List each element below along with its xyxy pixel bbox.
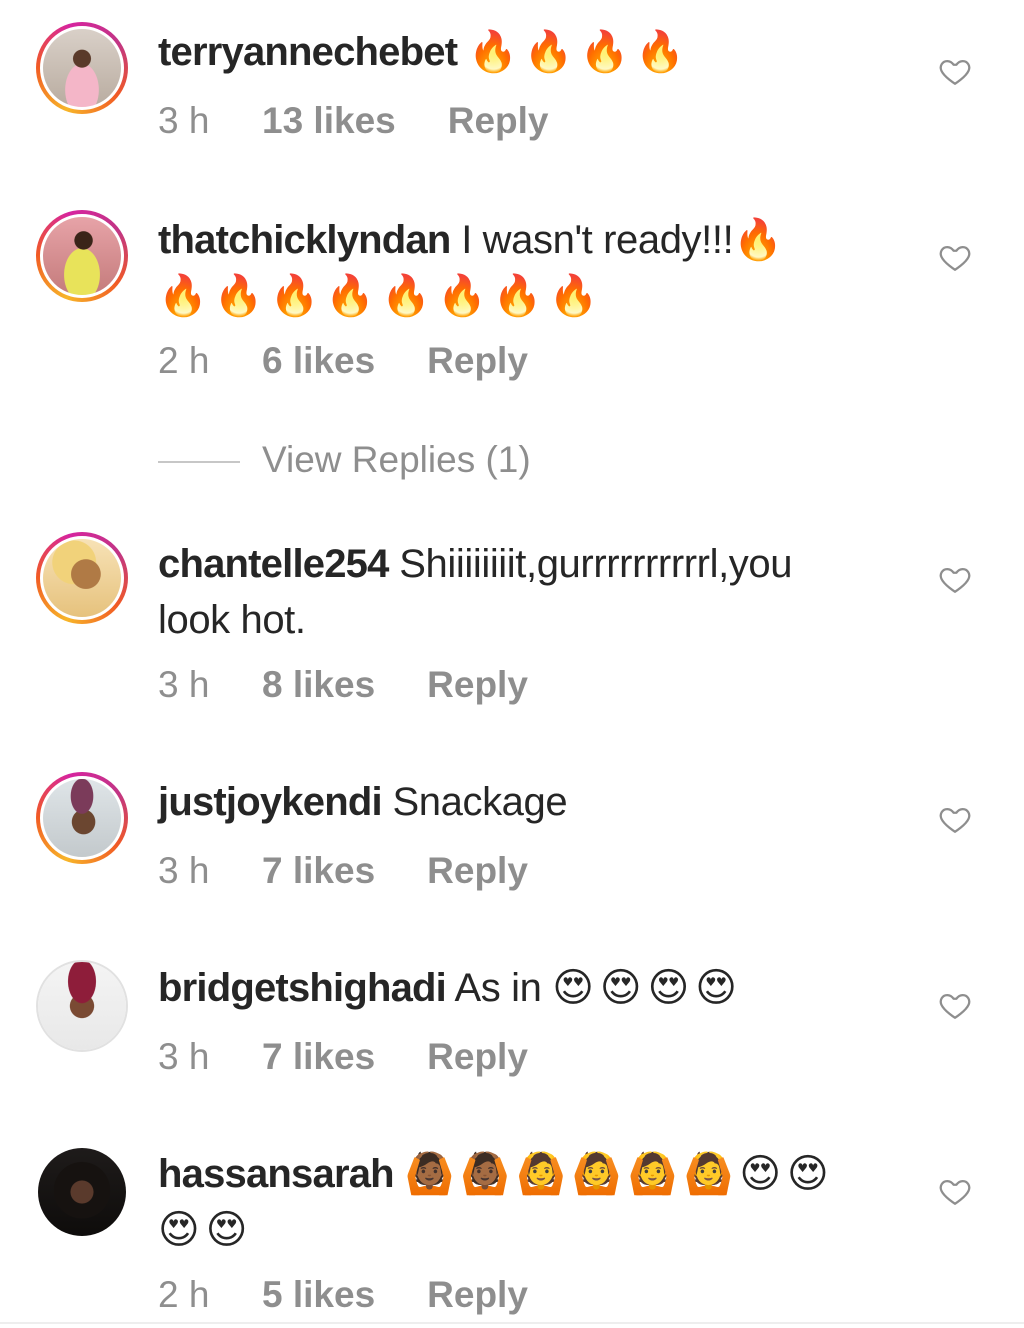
comment-username[interactable]: terryannechebet [158,30,458,74]
comment-likes[interactable]: 7 likes [262,1032,375,1082]
avatar[interactable] [36,772,128,864]
comment-likes[interactable]: 5 likes [262,1270,375,1320]
comment-username[interactable]: chantelle254 [158,542,389,586]
avatar[interactable] [36,210,128,302]
comment-meta: 3 h 7 likes Reply [158,1032,528,1082]
avatar-photo-1 [40,26,124,110]
comment-emojis-line2: 😍😍 [158,1207,254,1253]
comment-emojis: 😍😍😍😍 [552,965,743,1011]
avatar[interactable] [36,960,128,1052]
comment-username[interactable]: bridgetshighadi [158,966,447,1010]
avatar[interactable] [36,1146,128,1238]
avatar-photo-5 [38,962,126,1050]
comment-meta: 2 h 5 likes Reply [158,1270,528,1320]
comment-emojis: 🔥🔥🔥🔥 [467,29,692,75]
comment-body: terryannechebet 🔥🔥🔥🔥 [158,24,898,80]
heart-outline-icon[interactable] [938,802,972,836]
comment-username[interactable]: thatchicklyndan [158,218,451,262]
comment-text: I wasn't ready!!! [461,218,734,262]
reply-button[interactable]: Reply [427,336,528,386]
comment-time: 2 h [158,340,210,381]
comment-emojis-line2: 🔥🔥🔥🔥🔥🔥🔥🔥 [158,273,605,319]
comment-text-line2: look hot. [158,598,306,642]
heart-outline-icon[interactable] [938,240,972,274]
comment-body: bridgetshighadi As in 😍😍😍😍 [158,960,898,1016]
avatar-photo-3 [40,536,124,620]
avatar[interactable] [36,22,128,114]
comment-time: 2 h [158,1274,210,1315]
comment-text: As in [454,966,542,1010]
comment-likes[interactable]: 13 likes [262,96,396,146]
comment-meta: 3 h 13 likes Reply [158,96,549,146]
comment-likes[interactable]: 7 likes [262,846,375,896]
comment-time: 3 h [158,100,210,141]
comment-meta: 2 h 6 likes Reply [158,336,528,386]
comment-time: 3 h [158,1036,210,1077]
reply-button[interactable]: Reply [427,1270,528,1320]
view-replies-button[interactable]: View Replies (1) [158,437,531,483]
comment-username[interactable]: justjoykendi [158,780,383,824]
heart-outline-icon[interactable] [938,988,972,1022]
heart-outline-icon[interactable] [938,1174,972,1208]
comment-time: 3 h [158,850,210,891]
comment-body: justjoykendi Snackage [158,774,898,830]
comment-username[interactable]: hassansarah [158,1152,395,1196]
reply-button[interactable]: Reply [427,660,528,710]
comment-likes[interactable]: 8 likes [262,660,375,710]
comment-text: Snackage [392,780,568,824]
reply-button[interactable]: Reply [448,96,549,146]
comment-body: thatchicklyndan I wasn't ready!!!🔥 🔥🔥🔥🔥🔥… [158,212,898,324]
avatar-photo-2 [40,214,124,298]
comment-emojis: 🙆🏾🙆🏾🙆🙆🙆🙆😍😍 [404,1151,835,1197]
reply-button[interactable]: Reply [427,846,528,896]
comment-meta: 3 h 8 likes Reply [158,660,528,710]
bottom-divider [0,1322,1024,1324]
comment-text: Shiiiiiiiit,gurrrrrrrrrrl,you [399,542,793,586]
comment-body: hassansarah 🙆🏾🙆🏾🙆🙆🙆🙆😍😍 😍😍 [158,1146,898,1258]
avatar[interactable] [36,532,128,624]
avatar-photo-6 [38,1148,126,1236]
comment-body: chantelle254 Shiiiiiiiit,gurrrrrrrrrrl,y… [158,536,898,648]
comment-likes[interactable]: 6 likes [262,336,375,386]
avatar-photo-4 [40,776,124,860]
heart-outline-icon[interactable] [938,562,972,596]
comment-time: 3 h [158,664,210,705]
divider-line [158,461,240,464]
comment-meta: 3 h 7 likes Reply [158,846,528,896]
view-replies-label: View Replies (1) [262,439,531,480]
heart-outline-icon[interactable] [938,54,972,88]
comment-emojis: 🔥 [733,217,790,263]
reply-button[interactable]: Reply [427,1032,528,1082]
